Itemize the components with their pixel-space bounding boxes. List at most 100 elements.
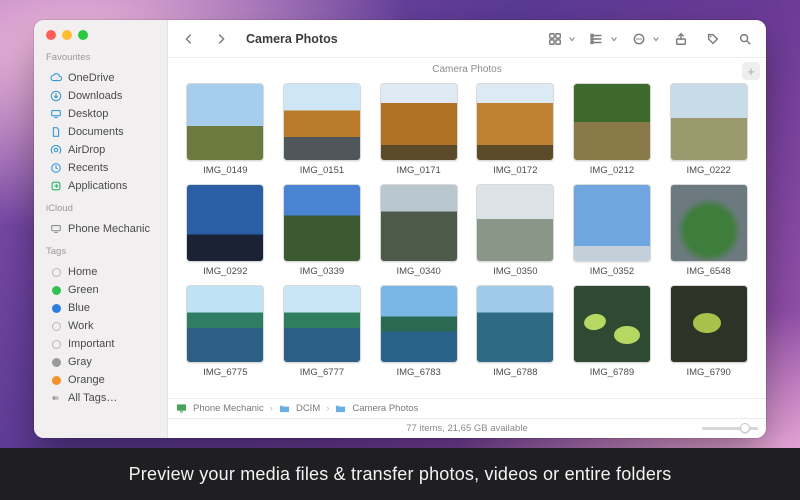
- action-menu-button[interactable]: [628, 28, 660, 50]
- file-item[interactable]: IMG_0292: [182, 184, 269, 277]
- sidebar-item-label: Applications: [68, 180, 127, 192]
- file-item[interactable]: IMG_6777: [279, 285, 366, 378]
- back-button[interactable]: [178, 28, 200, 50]
- thumbnail-image: [476, 83, 554, 161]
- file-item[interactable]: IMG_6783: [375, 285, 462, 378]
- sidebar-item-recents[interactable]: Recents: [38, 159, 163, 177]
- clock-icon: [50, 162, 62, 174]
- thumbnail-image: [670, 285, 748, 363]
- sidebar-item-documents[interactable]: Documents: [38, 123, 163, 141]
- window-controls: [34, 20, 167, 46]
- sidebar-item-label: Orange: [68, 374, 105, 386]
- folder-icon: [335, 403, 346, 414]
- sidebar-item-orange[interactable]: Orange: [38, 371, 163, 389]
- tags-button[interactable]: [702, 28, 724, 50]
- group-by-button[interactable]: [586, 28, 618, 50]
- app-icon: [50, 180, 62, 192]
- file-name: IMG_0172: [493, 165, 537, 176]
- sidebar-item-phone-mechanic[interactable]: Phone Mechanic: [38, 220, 163, 238]
- sidebar-header: Tags: [34, 240, 167, 259]
- share-button[interactable]: [670, 28, 692, 50]
- file-name: IMG_0340: [396, 266, 440, 277]
- forward-button[interactable]: [210, 28, 232, 50]
- file-item[interactable]: IMG_0350: [472, 184, 559, 277]
- file-name: IMG_6790: [686, 367, 730, 378]
- path-seg-1[interactable]: DCIM: [296, 403, 320, 414]
- sidebar-item-onedrive[interactable]: OneDrive: [38, 69, 163, 87]
- sidebar-item-desktop[interactable]: Desktop: [38, 105, 163, 123]
- tag-dot-icon: [50, 302, 62, 314]
- zoom-window-button[interactable]: [78, 30, 88, 40]
- tag-dot-icon: [50, 266, 62, 278]
- sidebar-item-all-tags-[interactable]: All Tags…: [38, 389, 163, 407]
- sidebar-item-applications[interactable]: Applications: [38, 177, 163, 195]
- file-item[interactable]: IMG_0149: [182, 83, 269, 176]
- minimize-window-button[interactable]: [62, 30, 72, 40]
- tag-dot-icon: [50, 284, 62, 296]
- device-icon: [176, 403, 187, 414]
- sidebar-item-label: Green: [68, 284, 99, 296]
- sidebar-item-label: Blue: [68, 302, 90, 314]
- main-pane: Camera Photos Cam: [168, 20, 766, 438]
- sidebar-item-work[interactable]: Work: [38, 317, 163, 335]
- toolbar: Camera Photos: [168, 20, 766, 58]
- file-item[interactable]: IMG_0212: [569, 83, 656, 176]
- sidebar-item-label: AirDrop: [68, 144, 105, 156]
- window-title: Camera Photos: [246, 32, 338, 46]
- file-item[interactable]: IMG_6790: [665, 285, 752, 378]
- file-item[interactable]: IMG_0151: [279, 83, 366, 176]
- thumbnail-image: [670, 184, 748, 262]
- status-text: 77 items, 21,65 GB available: [406, 423, 527, 434]
- sidebar-item-blue[interactable]: Blue: [38, 299, 163, 317]
- sidebar-item-home[interactable]: Home: [38, 263, 163, 281]
- file-name: IMG_6777: [300, 367, 344, 378]
- file-name: IMG_0151: [300, 165, 344, 176]
- file-name: IMG_6775: [203, 367, 247, 378]
- sidebar-item-downloads[interactable]: Downloads: [38, 87, 163, 105]
- file-item[interactable]: IMG_6789: [569, 285, 656, 378]
- thumbnail-zoom-slider[interactable]: [702, 427, 758, 430]
- sidebar-item-label: Work: [68, 320, 93, 332]
- file-name: IMG_0352: [590, 266, 634, 277]
- file-item[interactable]: IMG_0339: [279, 184, 366, 277]
- sidebar-item-label: Important: [68, 338, 114, 350]
- tab-title[interactable]: Camera Photos: [432, 64, 501, 75]
- sidebar-item-label: Gray: [68, 356, 92, 368]
- file-item[interactable]: IMG_0171: [375, 83, 462, 176]
- file-item[interactable]: IMG_0222: [665, 83, 752, 176]
- file-item[interactable]: IMG_6548: [665, 184, 752, 277]
- close-window-button[interactable]: [46, 30, 56, 40]
- sidebar-item-important[interactable]: Important: [38, 335, 163, 353]
- path-seg-2[interactable]: Camera Photos: [352, 403, 418, 414]
- thumbnail-image: [380, 83, 458, 161]
- view-mode-button[interactable]: [544, 28, 576, 50]
- thumbnail-image: [283, 184, 361, 262]
- file-item[interactable]: IMG_6775: [182, 285, 269, 378]
- file-name: IMG_6548: [686, 266, 730, 277]
- file-item[interactable]: IMG_0340: [375, 184, 462, 277]
- tab-bar: Camera Photos +: [168, 58, 766, 77]
- sidebar-item-green[interactable]: Green: [38, 281, 163, 299]
- file-name: IMG_0350: [493, 266, 537, 277]
- file-name: IMG_6789: [590, 367, 634, 378]
- file-item[interactable]: IMG_6788: [472, 285, 559, 378]
- sidebar-item-gray[interactable]: Gray: [38, 353, 163, 371]
- thumbnail-image: [186, 83, 264, 161]
- path-seg-0[interactable]: Phone Mechanic: [193, 403, 264, 414]
- search-button[interactable]: [734, 28, 756, 50]
- chevron-right-icon: ›: [270, 403, 273, 414]
- file-name: IMG_0212: [590, 165, 634, 176]
- content-area[interactable]: IMG_0149 IMG_0151 IMG_0171 IMG_0172 IMG_0212…: [168, 77, 766, 398]
- file-name: IMG_0222: [686, 165, 730, 176]
- file-item[interactable]: IMG_0172: [472, 83, 559, 176]
- new-tab-button[interactable]: +: [742, 62, 760, 80]
- thumbnail-image: [283, 285, 361, 363]
- sidebar-item-airdrop[interactable]: AirDrop: [38, 141, 163, 159]
- thumbnail-image: [573, 83, 651, 161]
- file-item[interactable]: IMG_0352: [569, 184, 656, 277]
- sidebar-header: Favourites: [34, 46, 167, 65]
- thumbnail-image: [380, 285, 458, 363]
- icon-grid: IMG_0149 IMG_0151 IMG_0171 IMG_0172 IMG_0212…: [182, 83, 752, 378]
- folder-icon: [279, 403, 290, 414]
- thumbnail-image: [283, 83, 361, 161]
